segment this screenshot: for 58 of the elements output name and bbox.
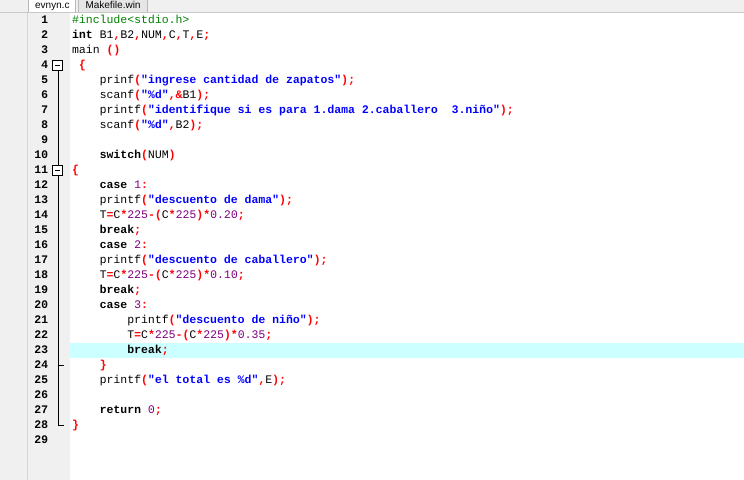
line-number: 29 <box>33 433 48 448</box>
code-line: case 3: <box>98 298 149 313</box>
line-number: 2 <box>40 28 48 43</box>
code-line: printf("descuento de niño"); <box>126 313 322 328</box>
code-line: { <box>78 58 87 73</box>
line-number: 7 <box>40 103 48 118</box>
code-line: printf("identifique si es para 1.dama 2.caballero 3.niño"); <box>98 103 515 118</box>
line-number: 23 <box>33 343 48 358</box>
line-number: 4 <box>40 58 48 73</box>
line-number: 17 <box>33 253 48 268</box>
line-number: 12 <box>33 178 48 193</box>
code-line: return 0; <box>98 403 163 418</box>
line-number: 21 <box>33 313 48 328</box>
line-number: 18 <box>33 268 48 283</box>
line-number: 5 <box>40 73 48 88</box>
code-line: break; <box>98 283 142 298</box>
code-line: case 2: <box>98 238 149 253</box>
code-line: scanf("%d",B2); <box>98 118 204 133</box>
line-number: 11 <box>33 163 48 178</box>
code-line: break; <box>98 223 142 238</box>
line-number: 8 <box>40 118 48 133</box>
line-number: 13 <box>33 193 48 208</box>
line-number: 25 <box>33 373 48 388</box>
code-line: main () <box>71 43 122 58</box>
code-line: T=C*225-(C*225)*0.10; <box>98 268 246 283</box>
line-number: 16 <box>33 238 48 253</box>
code-line: prinf("ingrese cantidad de zapatos"); <box>98 73 356 88</box>
line-number: 20 <box>33 298 48 313</box>
code-line: T=C*225-(C*225)*0.20; <box>98 208 246 223</box>
line-number: 15 <box>33 223 48 238</box>
code-line: } <box>71 418 80 433</box>
line-number: 6 <box>40 88 48 103</box>
line-number: 19 <box>33 283 48 298</box>
code-line: T=C*225-(C*225)*0.35; <box>126 328 274 343</box>
line-number: 27 <box>33 403 48 418</box>
line-number: 26 <box>33 388 48 403</box>
code-line: int B1,B2,NUM,C,T,E; <box>71 28 212 43</box>
file-tab[interactable]: evnyn.c <box>28 0 76 12</box>
file-tab[interactable]: Makefile.win <box>78 0 148 12</box>
code-line: printf("descuento de caballero"); <box>98 253 328 268</box>
line-number: 9 <box>40 133 48 148</box>
line-number: 10 <box>33 148 48 163</box>
code-line: case 1: <box>98 178 149 193</box>
line-number: 28 <box>33 418 48 433</box>
code-line: printf("descuento de dama"); <box>98 193 294 208</box>
code-line: #include<stdio.h> <box>71 13 190 28</box>
code-line: printf("el total es %d",E); <box>98 373 287 388</box>
code-line: switch(NUM) <box>98 148 177 163</box>
line-number: 22 <box>33 328 48 343</box>
collapse-fold-icon[interactable] <box>52 60 63 71</box>
code-line: scanf("%d",&B1); <box>98 88 212 103</box>
line-number: 1 <box>40 13 48 28</box>
code-line: { <box>71 163 80 178</box>
collapse-fold-icon[interactable] <box>52 165 63 176</box>
line-number: 14 <box>33 208 48 223</box>
line-number: 24 <box>33 358 48 373</box>
line-number: 3 <box>40 43 48 58</box>
code-line: } <box>98 358 108 373</box>
